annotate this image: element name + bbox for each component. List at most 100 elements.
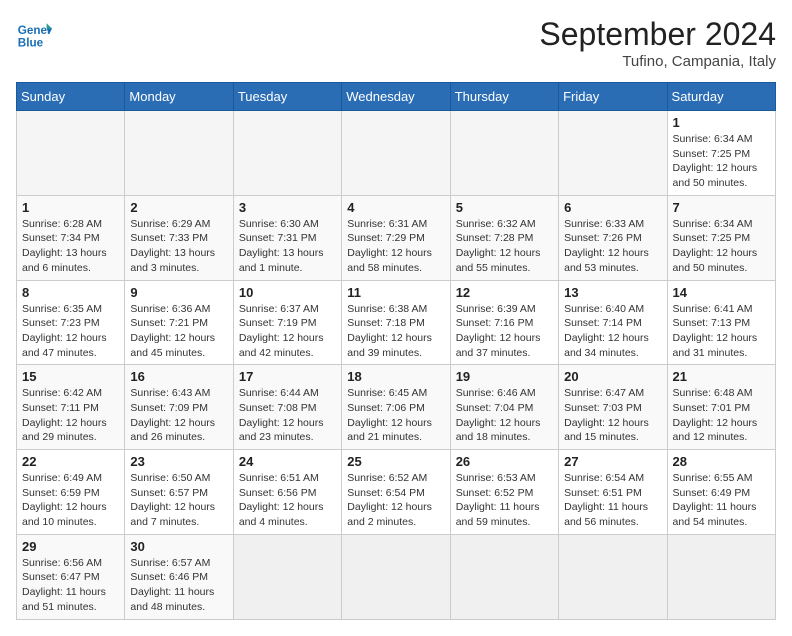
day-info: Sunrise: 6:28 AMSunset: 7:34 PMDaylight:… bbox=[22, 217, 119, 276]
logo-icon: General Blue bbox=[16, 16, 52, 52]
title-block: September 2024 Tufino, Campania, Italy bbox=[539, 16, 776, 70]
day-info: Sunrise: 6:38 AMSunset: 7:18 PMDaylight:… bbox=[347, 302, 444, 361]
calendar-cell bbox=[233, 111, 341, 196]
day-number: 17 bbox=[239, 369, 336, 384]
day-info: Sunrise: 6:41 AMSunset: 7:13 PMDaylight:… bbox=[673, 302, 770, 361]
day-info: Sunrise: 6:45 AMSunset: 7:06 PMDaylight:… bbox=[347, 386, 444, 445]
calendar-cell: 30Sunrise: 6:57 AMSunset: 6:46 PMDayligh… bbox=[125, 534, 233, 619]
calendar-cell: 9Sunrise: 6:36 AMSunset: 7:21 PMDaylight… bbox=[125, 280, 233, 365]
calendar-cell: 12 Sunrise: 6:39 AMSunset: 7:16 PMDayligh… bbox=[450, 280, 558, 365]
calendar-week-6: 29 Sunrise: 6:56 AMSunset: 6:47 PMDayligh… bbox=[17, 534, 776, 619]
day-number: 21 bbox=[673, 369, 770, 384]
day-info: Sunrise: 6:44 AMSunset: 7:08 PMDaylight:… bbox=[239, 386, 336, 445]
day-header-saturday: Saturday bbox=[667, 83, 775, 111]
day-number: 8 bbox=[22, 285, 119, 300]
calendar-cell bbox=[342, 111, 450, 196]
day-number: 30 bbox=[130, 539, 227, 554]
day-header-wednesday: Wednesday bbox=[342, 83, 450, 111]
calendar-cell bbox=[233, 534, 341, 619]
day-number: 22 bbox=[22, 454, 119, 469]
calendar-header-row: SundayMondayTuesdayWednesdayThursdayFrid… bbox=[17, 83, 776, 111]
day-info: Sunrise: 6:56 AMSunset: 6:47 PMDaylight:… bbox=[22, 556, 119, 615]
day-number: 27 bbox=[564, 454, 661, 469]
day-number: 3 bbox=[239, 200, 336, 215]
calendar-cell: 4 Sunrise: 6:31 AMSunset: 7:29 PMDaylight… bbox=[342, 195, 450, 280]
day-number: 2 bbox=[130, 200, 227, 215]
calendar-cell: 7 Sunrise: 6:34 AMSunset: 7:25 PMDaylight… bbox=[667, 195, 775, 280]
day-number: 13 bbox=[564, 285, 661, 300]
day-info: Sunrise: 6:49 AMSunset: 6:59 PMDaylight:… bbox=[22, 471, 119, 530]
calendar-cell bbox=[450, 111, 558, 196]
day-info: Sunrise: 6:39 AMSunset: 7:16 PMDaylight:… bbox=[456, 302, 553, 361]
day-number: 4 bbox=[347, 200, 444, 215]
day-info: Sunrise: 6:52 AMSunset: 6:54 PMDaylight:… bbox=[347, 471, 444, 530]
day-number: 16 bbox=[130, 369, 227, 384]
day-info: Sunrise: 6:47 AMSunset: 7:03 PMDaylight:… bbox=[564, 386, 661, 445]
day-info: Sunrise: 6:53 AMSunset: 6:52 PMDaylight:… bbox=[456, 471, 553, 530]
calendar-cell: 3Sunrise: 6:30 AMSunset: 7:31 PMDaylight… bbox=[233, 195, 341, 280]
day-number: 6 bbox=[564, 200, 661, 215]
calendar-cell: 17 Sunrise: 6:44 AMSunset: 7:08 PMDayligh… bbox=[233, 365, 341, 450]
month-title: September 2024 bbox=[539, 16, 776, 53]
calendar-cell: 22 Sunrise: 6:49 AMSunset: 6:59 PMDayligh… bbox=[17, 450, 125, 535]
calendar-cell bbox=[559, 111, 667, 196]
calendar-cell bbox=[17, 111, 125, 196]
day-number: 5 bbox=[456, 200, 553, 215]
calendar-cell: 13Sunrise: 6:40 AMSunset: 7:14 PMDayligh… bbox=[559, 280, 667, 365]
day-number: 24 bbox=[239, 454, 336, 469]
calendar-cell: 20 Sunrise: 6:47 AMSunset: 7:03 PMDayligh… bbox=[559, 365, 667, 450]
calendar-cell: 23 Sunrise: 6:50 AMSunset: 6:57 PMDayligh… bbox=[125, 450, 233, 535]
day-header-sunday: Sunday bbox=[17, 83, 125, 111]
calendar-table: SundayMondayTuesdayWednesdayThursdayFrid… bbox=[16, 82, 776, 620]
day-info: Sunrise: 6:55 AMSunset: 6:49 PMDaylight:… bbox=[673, 471, 770, 530]
day-header-thursday: Thursday bbox=[450, 83, 558, 111]
day-number: 1 bbox=[673, 115, 770, 130]
day-number: 23 bbox=[130, 454, 227, 469]
day-header-tuesday: Tuesday bbox=[233, 83, 341, 111]
calendar-cell: 16 Sunrise: 6:43 AMSunset: 7:09 PMDayligh… bbox=[125, 365, 233, 450]
calendar-cell: 5Sunrise: 6:32 AMSunset: 7:28 PMDaylight… bbox=[450, 195, 558, 280]
calendar-cell: 11Sunrise: 6:38 AMSunset: 7:18 PMDayligh… bbox=[342, 280, 450, 365]
day-info: Sunrise: 6:34 AMSunset: 7:25 PMDaylight:… bbox=[673, 217, 770, 276]
day-number: 18 bbox=[347, 369, 444, 384]
calendar-cell: 18 Sunrise: 6:45 AMSunset: 7:06 PMDayligh… bbox=[342, 365, 450, 450]
calendar-cell bbox=[667, 534, 775, 619]
day-number: 20 bbox=[564, 369, 661, 384]
calendar-cell: 26 Sunrise: 6:53 AMSunset: 6:52 PMDayligh… bbox=[450, 450, 558, 535]
calendar-cell: 21Sunrise: 6:48 AMSunset: 7:01 PMDayligh… bbox=[667, 365, 775, 450]
day-info: Sunrise: 6:29 AMSunset: 7:33 PMDaylight:… bbox=[130, 217, 227, 276]
day-info: Sunrise: 6:54 AMSunset: 6:51 PMDaylight:… bbox=[564, 471, 661, 530]
day-number: 15 bbox=[22, 369, 119, 384]
logo: General Blue bbox=[16, 16, 52, 52]
day-info: Sunrise: 6:43 AMSunset: 7:09 PMDaylight:… bbox=[130, 386, 227, 445]
day-number: 12 bbox=[456, 285, 553, 300]
calendar-week-5: 22 Sunrise: 6:49 AMSunset: 6:59 PMDayligh… bbox=[17, 450, 776, 535]
calendar-week-4: 15 Sunrise: 6:42 AMSunset: 7:11 PMDayligh… bbox=[17, 365, 776, 450]
day-info: Sunrise: 6:46 AMSunset: 7:04 PMDaylight:… bbox=[456, 386, 553, 445]
day-info: Sunrise: 6:31 AMSunset: 7:29 PMDaylight:… bbox=[347, 217, 444, 276]
day-info: Sunrise: 6:33 AMSunset: 7:26 PMDaylight:… bbox=[564, 217, 661, 276]
svg-text:Blue: Blue bbox=[18, 37, 44, 50]
day-info: Sunrise: 6:35 AMSunset: 7:23 PMDaylight:… bbox=[22, 302, 119, 361]
day-number: 1 bbox=[22, 200, 119, 215]
calendar-week-2: 1 Sunrise: 6:28 AMSunset: 7:34 PMDaylight… bbox=[17, 195, 776, 280]
calendar-cell: 25 Sunrise: 6:52 AMSunset: 6:54 PMDayligh… bbox=[342, 450, 450, 535]
calendar-cell: 28 Sunrise: 6:55 AMSunset: 6:49 PMDayligh… bbox=[667, 450, 775, 535]
day-info: Sunrise: 6:36 AMSunset: 7:21 PMDaylight:… bbox=[130, 302, 227, 361]
day-number: 7 bbox=[673, 200, 770, 215]
location: Tufino, Campania, Italy bbox=[539, 53, 776, 70]
day-info: Sunrise: 6:42 AMSunset: 7:11 PMDaylight:… bbox=[22, 386, 119, 445]
day-number: 29 bbox=[22, 539, 119, 554]
calendar-cell: 8 Sunrise: 6:35 AMSunset: 7:23 PMDaylight… bbox=[17, 280, 125, 365]
day-number: 25 bbox=[347, 454, 444, 469]
calendar-cell: 1 Sunrise: 6:28 AMSunset: 7:34 PMDaylight… bbox=[17, 195, 125, 280]
day-header-monday: Monday bbox=[125, 83, 233, 111]
day-number: 26 bbox=[456, 454, 553, 469]
calendar-cell bbox=[342, 534, 450, 619]
day-info: Sunrise: 6:37 AMSunset: 7:19 PMDaylight:… bbox=[239, 302, 336, 361]
day-number: 10 bbox=[239, 285, 336, 300]
day-number: 28 bbox=[673, 454, 770, 469]
day-info: Sunrise: 6:50 AMSunset: 6:57 PMDaylight:… bbox=[130, 471, 227, 530]
calendar-cell bbox=[450, 534, 558, 619]
calendar-cell: 24Sunrise: 6:51 AMSunset: 6:56 PMDayligh… bbox=[233, 450, 341, 535]
